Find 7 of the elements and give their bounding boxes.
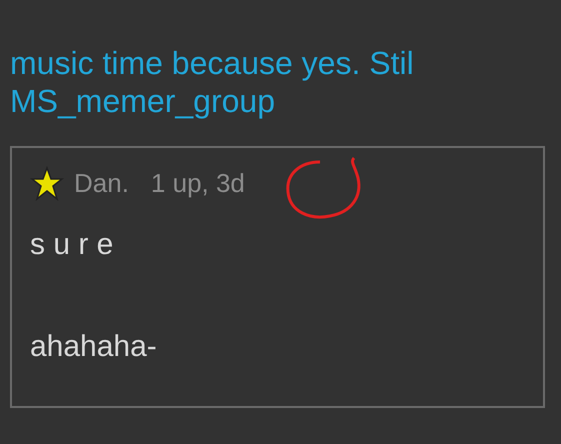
comment-meta: 1 up, 3d <box>150 167 245 200</box>
star-icon <box>30 166 64 202</box>
post-title-line: MS_memer_group <box>10 82 275 120</box>
comment-text: ahahaha- <box>30 329 157 365</box>
comment-text: s u r e <box>30 227 114 263</box>
post-title-line: music time because yes. Stil <box>10 44 414 82</box>
comment-author: Dan. <box>74 167 129 200</box>
